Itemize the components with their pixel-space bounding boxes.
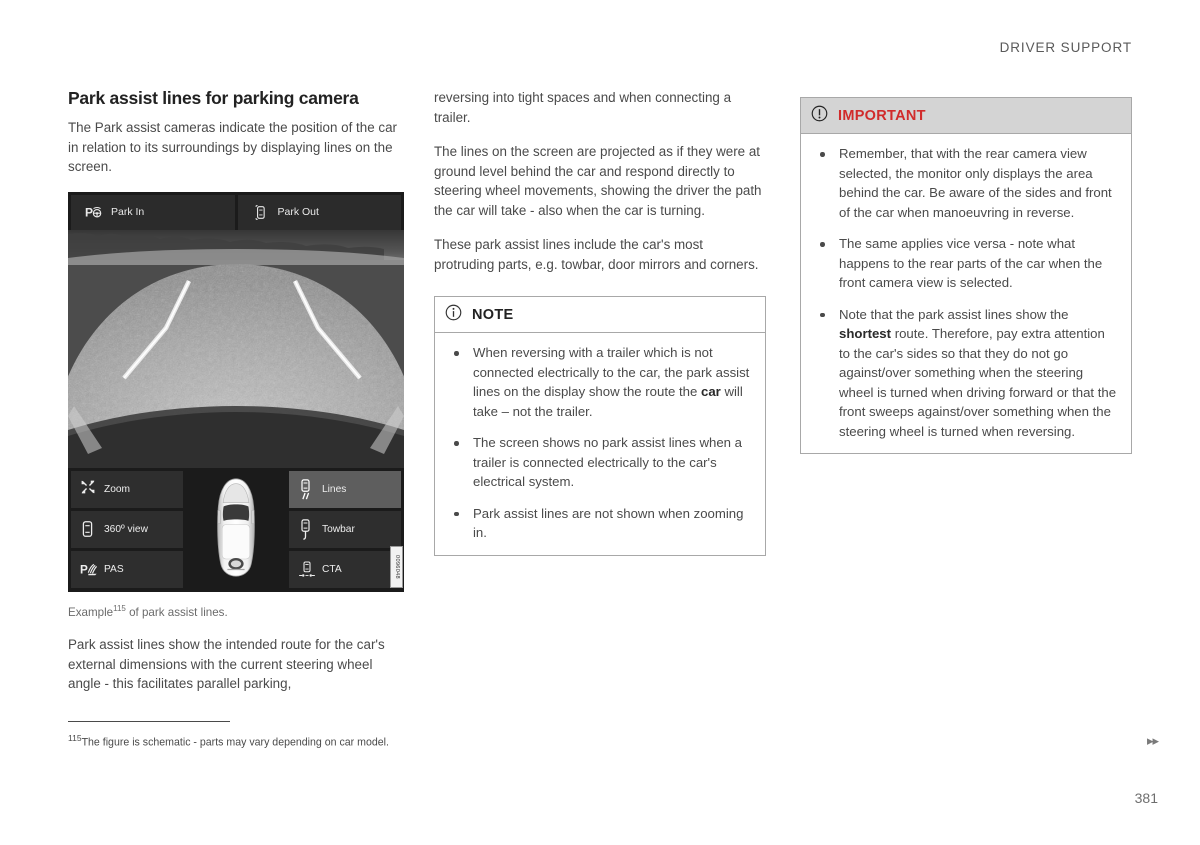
zoom-arrows-icon <box>80 479 96 499</box>
svg-text:P: P <box>80 563 88 576</box>
info-circle-icon <box>445 304 462 326</box>
footnote-marker: 115 <box>68 733 82 743</box>
important-bullet-3: Note that the park assist lines show the… <box>811 305 1117 442</box>
note-callout-header: NOTE <box>435 297 765 333</box>
park-lines-icon <box>298 479 314 500</box>
park-out-icon <box>252 203 269 222</box>
lines-label: Lines <box>322 483 347 495</box>
cta-button[interactable]: CTA <box>289 551 401 589</box>
camera-top-button-row: P Park In Park Out <box>68 192 404 230</box>
note-callout-title: NOTE <box>472 307 514 323</box>
note-bullet-3: Park assist lines are not shown when zoo… <box>445 504 751 543</box>
running-header: DRIVER SUPPORT <box>999 40 1132 55</box>
important-bullet-3-bold: shortest <box>839 326 892 341</box>
important-callout-body: Remember, that with the rear camera view… <box>801 134 1131 453</box>
park-in-label: Park In <box>111 206 145 218</box>
important-callout-box: IMPORTANT Remember, that with the rear c… <box>800 97 1132 454</box>
important-callout-title: IMPORTANT <box>838 108 926 124</box>
note-callout-body: When reversing with a trailer which is n… <box>435 333 765 555</box>
park-in-icon: P <box>85 203 102 222</box>
camera-control-panel: Zoom 360º view P PAS Lines Towbar CTA 00… <box>68 467 404 592</box>
camera-center-car-area <box>186 471 286 589</box>
towbar-button[interactable]: Towbar <box>289 510 401 549</box>
important-bullet-3-after: route. Therefore, pay extra attention to… <box>839 326 1117 439</box>
cta-label: CTA <box>322 564 342 576</box>
note-bullet-1: When reversing with a trailer which is n… <box>445 343 751 421</box>
figure-id-code-text: 0096048 <box>393 554 400 579</box>
towbar-label: Towbar <box>322 523 355 535</box>
footnote-text: The figure is schematic - parts may vary… <box>81 736 389 749</box>
middle-paragraph-1: reversing into tight spaces and when con… <box>434 90 732 125</box>
intro-paragraph: The Park assist cameras indicate the pos… <box>68 120 397 174</box>
footnote: 115The figure is schematic - parts may v… <box>68 731 389 750</box>
page-number: 381 <box>1134 790 1158 806</box>
note-callout-box: NOTE When reversing with a trailer which… <box>434 296 766 556</box>
top-down-car-icon <box>215 477 257 582</box>
page-columns: Park assist lines for parking camera The… <box>68 88 1132 694</box>
towbar-icon <box>298 519 314 541</box>
figure-caption-marker: 115 <box>113 603 126 613</box>
note-bullet-1-bold: car <box>701 384 721 399</box>
important-bullet-2-before: The same applies vice versa - note what … <box>839 236 1103 290</box>
exclamation-circle-icon <box>811 105 828 127</box>
cta-icon <box>298 560 315 580</box>
figure-caption: Example115 of park assist lines. <box>68 601 404 620</box>
middle-paragraph-2: The lines on the screen are projected as… <box>434 144 762 218</box>
footnote-divider <box>68 721 230 722</box>
zoom-label: Zoom <box>104 483 131 495</box>
park-in-button[interactable]: P Park In <box>71 194 235 230</box>
next-page-arrows-icon[interactable]: ▸▸ <box>1147 733 1159 749</box>
view-360-button[interactable]: 360º view <box>71 510 183 549</box>
camera-ui-screenshot: P Park In Park Out Zoom 360º view P PAS … <box>68 191 404 592</box>
pas-button[interactable]: P PAS <box>71 551 183 589</box>
note-bullet-2-before: The screen shows no park assist lines wh… <box>473 435 743 489</box>
rear-camera-view[interactable] <box>68 229 404 468</box>
note-bullet-list: When reversing with a trailer which is n… <box>445 343 751 543</box>
park-assist-figure: P Park In Park Out Zoom 360º view P PAS … <box>68 191 404 620</box>
park-out-label: Park Out <box>277 206 319 218</box>
car-360-icon <box>80 519 96 539</box>
note-bullet-3-before: Park assist lines are not shown when zoo… <box>473 505 744 541</box>
important-bullet-2: The same applies vice versa - note what … <box>811 234 1117 293</box>
figure-caption-before: Example <box>68 605 114 619</box>
page-title: Park assist lines for parking camera <box>68 88 359 108</box>
camera-left-controls: Zoom 360º view P PAS <box>71 470 183 589</box>
lines-button[interactable]: Lines <box>289 470 401 508</box>
zoom-button[interactable]: Zoom <box>71 470 183 508</box>
figure-caption-after: of park assist lines. <box>125 605 228 619</box>
after-figure-paragraph: Park assist lines show the intended rout… <box>68 637 385 692</box>
middle-column: reversing into tight spaces and when con… <box>434 88 766 694</box>
camera-right-controls: Lines Towbar CTA <box>289 470 401 589</box>
important-callout-header: IMPORTANT <box>801 98 1131 134</box>
important-bullet-1: Remember, that with the rear camera view… <box>811 144 1117 222</box>
right-column: IMPORTANT Remember, that with the rear c… <box>800 88 1132 694</box>
svg-text:P: P <box>85 205 93 219</box>
important-bullet-3-before: Note that the park assist lines show the <box>839 306 1069 322</box>
park-out-button[interactable]: Park Out <box>237 194 401 230</box>
middle-paragraph-3: These park assist lines include the car'… <box>434 237 759 272</box>
pas-icon: P <box>80 560 98 580</box>
pas-label: PAS <box>104 564 124 576</box>
note-bullet-2: The screen shows no park assist lines wh… <box>445 433 751 492</box>
view-360-label: 360º view <box>104 523 148 535</box>
left-column: Park assist lines for parking camera The… <box>68 88 404 694</box>
figure-id-code: 0096048 <box>390 545 403 588</box>
important-bullet-list: Remember, that with the rear camera view… <box>811 144 1117 441</box>
important-bullet-1-before: Remember, that with the rear camera view… <box>839 146 1112 220</box>
